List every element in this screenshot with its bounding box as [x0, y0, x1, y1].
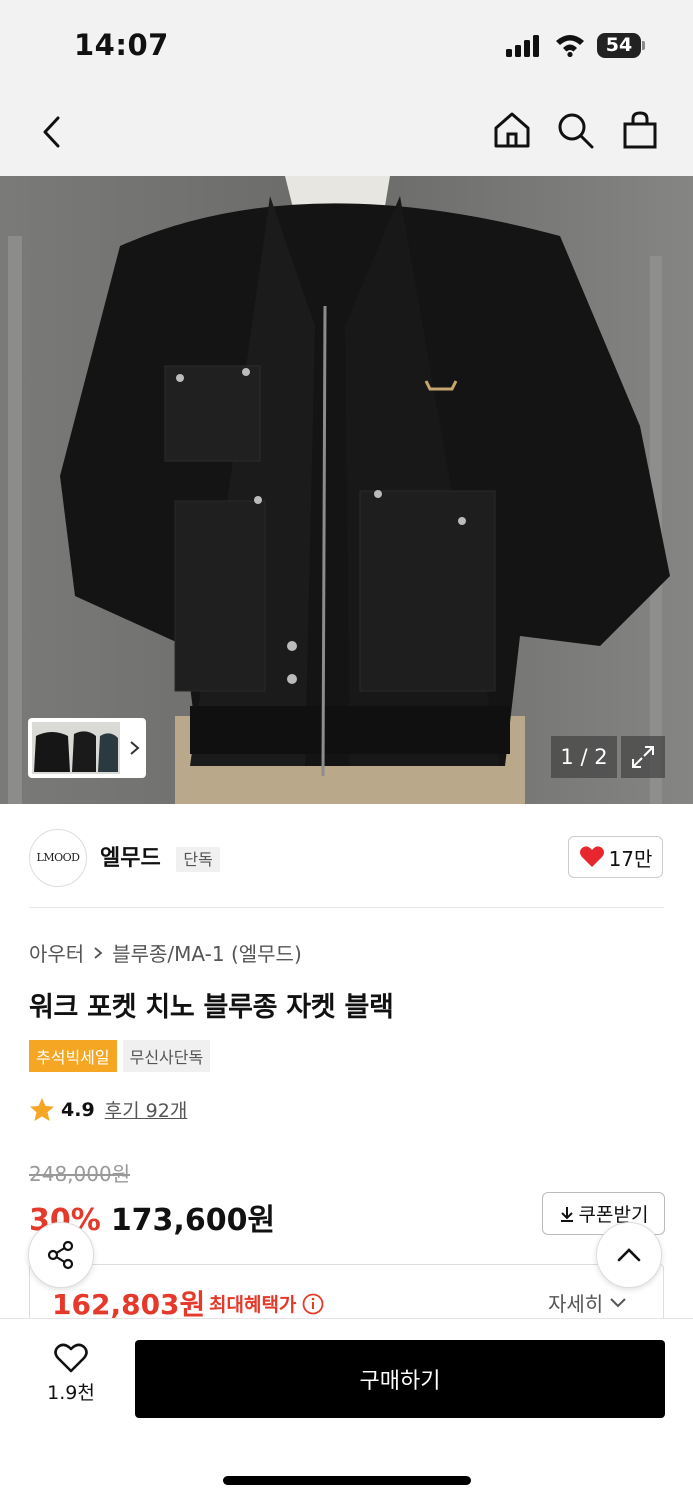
wifi-icon: [556, 35, 584, 57]
chevron-down-icon: [610, 1297, 626, 1307]
sale-tag: 추석빅세일: [29, 1040, 117, 1072]
scroll-top-button[interactable]: [596, 1222, 662, 1288]
thumbnail-image: [32, 722, 120, 774]
status-bar: 14:07 54: [0, 0, 693, 92]
buy-button[interactable]: 구매하기: [135, 1340, 665, 1418]
wish-count: 1.9천: [47, 1382, 95, 1404]
home-indicator: [223, 1476, 471, 1485]
brand-name-text[interactable]: 엘무드: [100, 846, 161, 871]
chevron-right-icon: [130, 741, 140, 755]
battery-level: 54: [597, 33, 641, 58]
best-price: 162,803원: [52, 1288, 206, 1321]
breadcrumb-subcategory[interactable]: 블루종/MA-1 (엘무드): [112, 938, 302, 967]
home-button[interactable]: [490, 108, 534, 152]
rating-value: 4.9: [61, 1098, 95, 1121]
brand-like-count: 17만: [608, 846, 653, 871]
chevron-right-icon: [94, 946, 103, 959]
shopping-bag-icon: [623, 111, 657, 149]
image-counter: 1 / 2: [551, 736, 617, 778]
star-icon: [30, 1098, 54, 1121]
brand-name[interactable]: 엘무드 단독: [100, 840, 220, 872]
brand-like-button[interactable]: 17만: [568, 836, 663, 878]
jacket-photo: [0, 176, 693, 804]
sale-price: 173,600원: [110, 1203, 276, 1238]
search-icon: [558, 113, 594, 149]
download-icon: [560, 1206, 573, 1222]
breadcrumb-category[interactable]: 아우터: [29, 938, 84, 967]
search-button[interactable]: [553, 108, 597, 152]
home-icon: [494, 112, 530, 148]
brand-logo[interactable]: LMOOD: [29, 829, 87, 887]
cart-button[interactable]: [618, 108, 662, 152]
tag-list: 추석빅세일 무신사단독: [29, 1040, 211, 1072]
share-icon: [47, 1240, 74, 1270]
best-price-label: 최대혜택가: [209, 1290, 324, 1317]
battery-tip: [642, 41, 645, 50]
expand-icon: [632, 746, 654, 768]
product-image[interactable]: [0, 176, 693, 804]
share-button[interactable]: [28, 1222, 94, 1288]
exclusive-badge: 단독: [176, 847, 220, 872]
breadcrumb: 아우터 블루종/MA-1 (엘무드): [29, 938, 302, 967]
original-price: 248,000원: [29, 1162, 131, 1186]
signal-icon: [506, 35, 539, 57]
detail-label: 자세히: [548, 1292, 604, 1316]
status-time: 14:07: [74, 28, 169, 62]
chevron-left-icon: [43, 116, 60, 148]
info-icon[interactable]: [302, 1293, 324, 1315]
wish-button[interactable]: 1.9천: [40, 1342, 102, 1405]
detail-link[interactable]: 자세히: [548, 1288, 627, 1317]
best-price-label-text: 최대혜택가: [209, 1294, 297, 1316]
thumbnail-strip[interactable]: [28, 718, 146, 778]
rating-row: 4.9 후기 92개: [29, 1096, 187, 1123]
chevron-up-icon: [617, 1248, 641, 1262]
nav-bar: [0, 92, 693, 176]
back-button[interactable]: [32, 112, 72, 152]
heart-filled-icon: [579, 846, 604, 867]
product-title: 워크 포켓 치노 블루종 자켓 블랙: [29, 992, 394, 1023]
expand-button[interactable]: [621, 736, 665, 778]
divider: [29, 907, 664, 908]
exclusive-tag: 무신사단독: [122, 1040, 211, 1072]
review-link[interactable]: 후기 92개: [105, 1096, 188, 1123]
heart-outline-icon: [54, 1343, 88, 1373]
